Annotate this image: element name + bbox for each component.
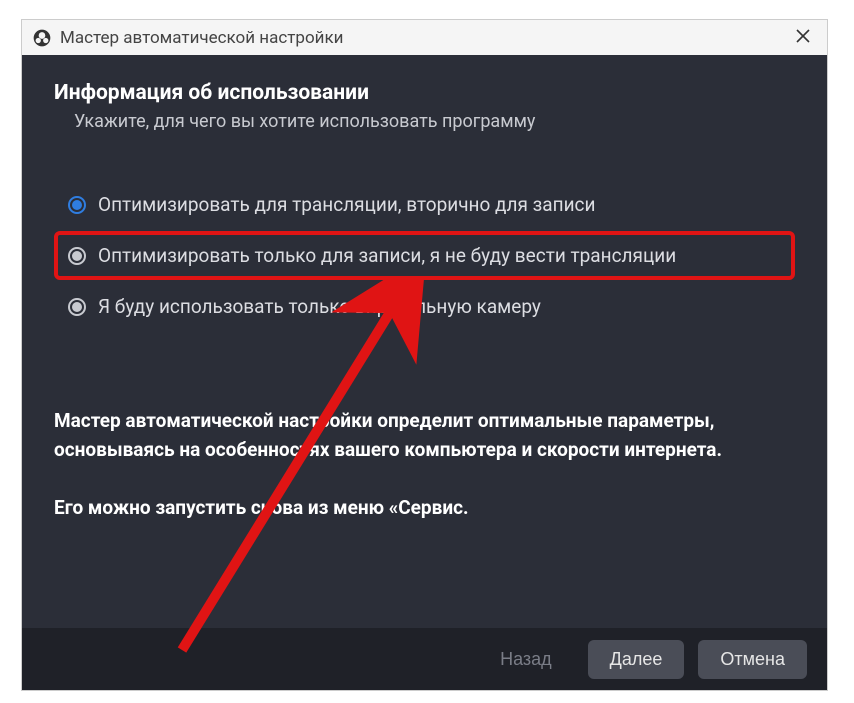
- close-icon: [796, 27, 810, 48]
- description-paragraph-1: Мастер автоматической настройки определи…: [54, 407, 795, 464]
- close-button[interactable]: [789, 24, 817, 52]
- option-virtual-camera[interactable]: Я буду использовать только виртуальную к…: [54, 282, 795, 331]
- radio-icon: [68, 298, 86, 316]
- header-title: Информация об использовании: [54, 81, 795, 105]
- option-label: Я буду использовать только виртуальную к…: [98, 295, 541, 318]
- description-paragraph-2: Его можно запустить снова из меню «Серви…: [54, 494, 795, 523]
- option-recording[interactable]: Оптимизировать только для записи, я не б…: [54, 231, 795, 280]
- app-icon: [32, 28, 52, 48]
- button-bar: Назад Далее Отмена: [22, 628, 827, 690]
- radio-icon: [68, 247, 86, 265]
- wizard-content: Информация об использовании Укажите, для…: [22, 55, 827, 523]
- radio-icon: [68, 196, 86, 214]
- titlebar-left: Мастер автоматической настройки: [32, 28, 343, 48]
- cancel-button[interactable]: Отмена: [698, 640, 807, 679]
- option-streaming[interactable]: Оптимизировать для трансляции, вторично …: [54, 180, 795, 229]
- option-label: Оптимизировать только для записи, я не б…: [98, 244, 676, 267]
- next-button[interactable]: Далее: [588, 640, 685, 679]
- usage-options: Оптимизировать для трансляции, вторично …: [54, 180, 795, 331]
- titlebar-title: Мастер автоматической настройки: [60, 28, 343, 48]
- header-subtitle: Укажите, для чего вы хотите использовать…: [54, 111, 795, 132]
- back-button[interactable]: Назад: [478, 640, 574, 679]
- wizard-header: Информация об использовании Укажите, для…: [54, 81, 795, 132]
- titlebar: Мастер автоматической настройки: [22, 20, 827, 55]
- wizard-window: Мастер автоматической настройки Информац…: [21, 19, 828, 691]
- option-label: Оптимизировать для трансляции, вторично …: [98, 193, 595, 216]
